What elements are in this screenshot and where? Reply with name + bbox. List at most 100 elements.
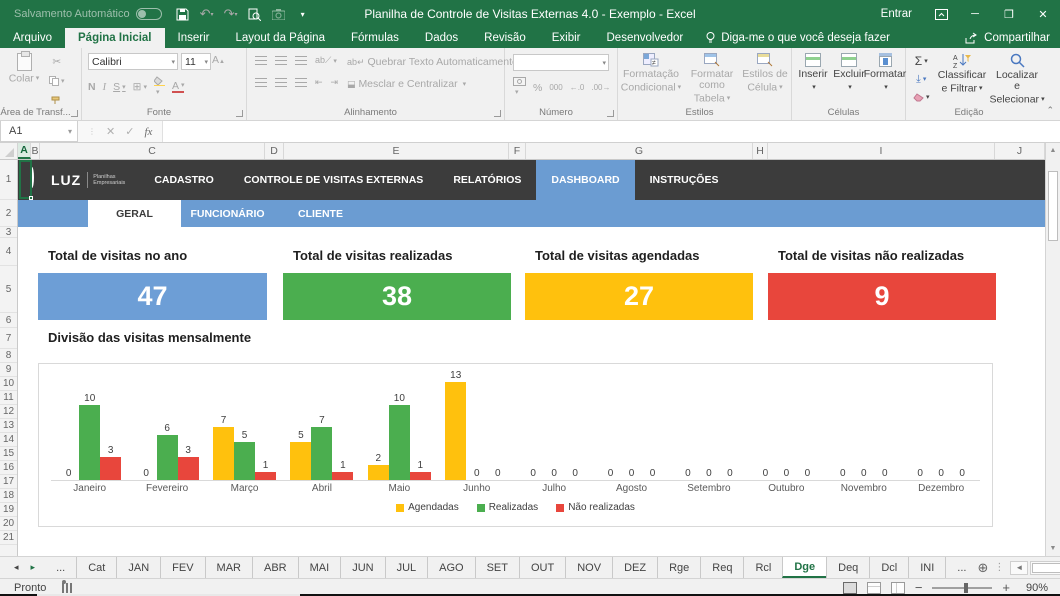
redo-icon[interactable]: ↷▾ bbox=[224, 7, 238, 21]
sheet-tab-...[interactable]: ... bbox=[945, 557, 977, 578]
delete-cells-button[interactable]: Excluir bbox=[832, 48, 866, 108]
ribbon-tab-desenvolvedor[interactable]: Desenvolvedor bbox=[594, 28, 697, 48]
sheet-tab-dge[interactable]: Dge bbox=[782, 557, 826, 578]
fill-down-icon[interactable]: ⤓ bbox=[910, 71, 933, 87]
accounting-format-icon[interactable] bbox=[513, 77, 526, 98]
row-header-2[interactable]: 2 bbox=[0, 200, 17, 227]
bold-button[interactable]: N bbox=[88, 81, 96, 93]
align-right-icon[interactable] bbox=[295, 78, 307, 87]
ribbon-tab-fórmulas[interactable]: Fórmulas bbox=[338, 28, 412, 48]
increase-indent-icon[interactable]: ⇥ bbox=[331, 77, 339, 88]
row-header-18[interactable]: 18 bbox=[0, 489, 17, 503]
sheet-tab-fev[interactable]: FEV bbox=[160, 557, 204, 578]
row-header-19[interactable]: 19 bbox=[0, 503, 17, 517]
subnav-tab-funcionário[interactable]: FUNCIONÁRIO bbox=[181, 200, 274, 227]
row-header-10[interactable]: 10 bbox=[0, 377, 17, 391]
autosum-icon[interactable]: Σ bbox=[910, 53, 933, 69]
subnav-tab-cliente[interactable]: CLIENTE bbox=[274, 200, 367, 227]
sheet-tab-ini[interactable]: INI bbox=[908, 557, 945, 578]
sign-in-button[interactable]: Entrar bbox=[869, 0, 924, 28]
select-all-corner[interactable] bbox=[0, 143, 18, 160]
next-sheet-icon[interactable]: ▸ bbox=[31, 562, 36, 573]
row-header-17[interactable]: 17 bbox=[0, 475, 17, 489]
column-header-C[interactable]: C bbox=[40, 143, 265, 159]
nav-item-dashboard[interactable]: DASHBOARD bbox=[536, 160, 634, 204]
scroll-up-icon[interactable]: ▲ bbox=[1046, 143, 1060, 158]
sheet-tab-...[interactable]: ... bbox=[45, 557, 76, 578]
new-sheet-icon[interactable]: ⊕ bbox=[977, 557, 988, 578]
sheet-tab-cat[interactable]: Cat bbox=[76, 557, 116, 578]
formula-input[interactable] bbox=[162, 121, 1060, 142]
ribbon-tab-inserir[interactable]: Inserir bbox=[165, 28, 223, 48]
zoom-out-icon[interactable]: − bbox=[915, 580, 923, 595]
underline-button[interactable]: S bbox=[113, 81, 126, 93]
zoom-slider-thumb[interactable] bbox=[964, 583, 968, 593]
sheet-tab-out[interactable]: OUT bbox=[519, 557, 565, 578]
decrease-indent-icon[interactable]: ⇤ bbox=[315, 77, 323, 88]
tell-me-box[interactable]: Diga-me o que você deseja fazer bbox=[706, 28, 890, 48]
merge-center-button[interactable]: ⬓ Mesclar e Centralizar bbox=[347, 78, 466, 90]
sheet-tab-rcl[interactable]: Rcl bbox=[743, 557, 782, 578]
align-center-icon[interactable] bbox=[275, 78, 287, 87]
row-header-20[interactable]: 20 bbox=[0, 517, 17, 531]
font-size-combo[interactable]: 11 bbox=[181, 53, 211, 70]
orientation-icon[interactable]: ab⟋ bbox=[315, 55, 337, 66]
zoom-in-icon[interactable]: + bbox=[1002, 580, 1010, 595]
ribbon-tab-exibir[interactable]: Exibir bbox=[539, 28, 594, 48]
subnav-tab-geral[interactable]: GERAL bbox=[88, 200, 181, 227]
column-header-E[interactable]: E bbox=[284, 143, 509, 159]
prev-sheet-icon[interactable]: ◂ bbox=[14, 562, 19, 573]
sheet-tab-jan[interactable]: JAN bbox=[116, 557, 160, 578]
sheet-tab-mai[interactable]: MAI bbox=[298, 557, 341, 578]
sheet-tab-abr[interactable]: ABR bbox=[252, 557, 298, 578]
row-header-4[interactable]: 4 bbox=[0, 238, 17, 266]
row-header-21[interactable]: 21 bbox=[0, 531, 17, 545]
sheet-tab-deq[interactable]: Deq bbox=[826, 557, 869, 578]
row-header-5[interactable]: 5 bbox=[0, 266, 17, 313]
sheet-tab-jun[interactable]: JUN bbox=[340, 557, 384, 578]
sheet-tab-rge[interactable]: Rge bbox=[657, 557, 700, 578]
page-break-view-icon[interactable] bbox=[891, 582, 905, 594]
vertical-scrollbar[interactable]: ▲ ▼ bbox=[1045, 143, 1060, 556]
ribbon-display-options-icon[interactable] bbox=[924, 0, 958, 28]
align-left-icon[interactable] bbox=[255, 78, 267, 87]
wrap-text-button[interactable]: ab↵ Quebrar Texto Automaticamente bbox=[347, 56, 518, 68]
clipboard-dialog-launcher[interactable] bbox=[71, 110, 78, 117]
collapse-ribbon-icon[interactable]: ⌃ bbox=[1046, 105, 1054, 116]
sheet-tab-set[interactable]: SET bbox=[475, 557, 519, 578]
ribbon-tab-página-inicial[interactable]: Página Inicial bbox=[65, 28, 165, 48]
italic-button[interactable]: I bbox=[103, 82, 107, 93]
number-format-combo[interactable] bbox=[513, 54, 609, 71]
row-header-3[interactable]: 3 bbox=[0, 227, 17, 238]
undo-icon[interactable]: ↶▾ bbox=[200, 7, 214, 21]
fill-color-icon[interactable] bbox=[154, 76, 165, 98]
nav-item-controle-de-visitas-externas[interactable]: CONTROLE DE VISITAS EXTERNAS bbox=[229, 174, 439, 186]
column-header-I[interactable]: I bbox=[768, 143, 995, 159]
close-button[interactable]: ✕ bbox=[1026, 0, 1060, 28]
find-select-button[interactable]: Localizar eSelecionar bbox=[992, 48, 1042, 108]
nav-item-cadastro[interactable]: CADASTRO bbox=[139, 174, 229, 186]
camera-icon[interactable] bbox=[272, 7, 286, 21]
number-dialog-launcher[interactable] bbox=[607, 110, 614, 117]
restore-button[interactable]: ❐ bbox=[992, 0, 1026, 28]
sheet-tab-jul[interactable]: JUL bbox=[385, 557, 428, 578]
font-dialog-launcher[interactable] bbox=[236, 110, 243, 117]
column-header-B[interactable]: B bbox=[31, 143, 40, 159]
row-header-11[interactable]: 11 bbox=[0, 391, 17, 405]
insert-cells-button[interactable]: Inserir bbox=[796, 48, 830, 108]
ribbon-tab-revisão[interactable]: Revisão bbox=[471, 28, 539, 48]
customize-qat-icon[interactable]: ▾ bbox=[296, 7, 310, 21]
row-header-12[interactable]: 12 bbox=[0, 405, 17, 419]
macro-record-icon[interactable] bbox=[62, 583, 72, 593]
borders-icon[interactable]: ⊞ bbox=[133, 81, 147, 93]
zoom-slider[interactable] bbox=[932, 587, 992, 589]
increase-decimal-icon[interactable]: ←.0 bbox=[570, 83, 585, 92]
autosave-switch-icon[interactable] bbox=[136, 8, 162, 20]
row-header-6[interactable]: 6 bbox=[0, 313, 17, 328]
cell-styles-button[interactable]: Estilos deCélula bbox=[740, 48, 790, 108]
sheet-tab-dcl[interactable]: Dcl bbox=[869, 557, 908, 578]
ribbon-tab-arquivo[interactable]: Arquivo bbox=[0, 28, 65, 48]
print-preview-icon[interactable] bbox=[248, 7, 262, 21]
sheet-tab-ago[interactable]: AGO bbox=[427, 557, 474, 578]
hscroll-left-icon[interactable]: ◄ bbox=[1010, 561, 1028, 575]
